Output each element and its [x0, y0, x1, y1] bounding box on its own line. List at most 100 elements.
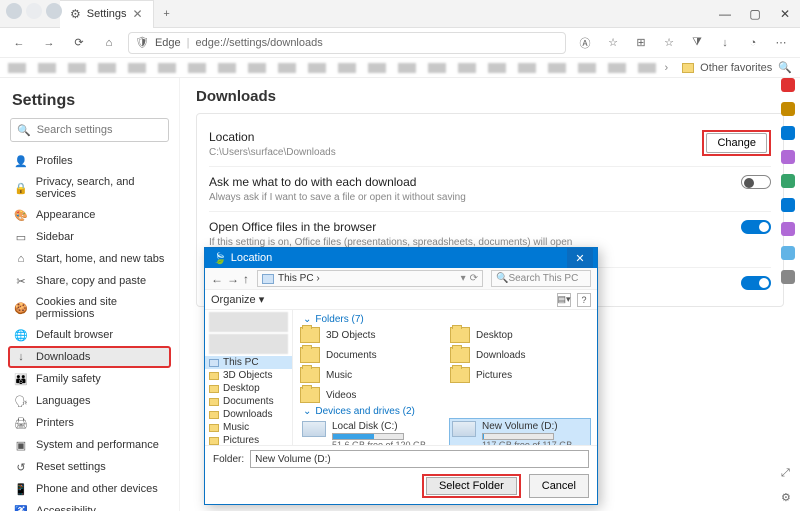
- sidebar-item-share-copy-and-paste[interactable]: ✂Share, copy and paste: [8, 270, 171, 292]
- sidebar-item-default-browser[interactable]: 🌐Default browser: [8, 324, 171, 346]
- url-box[interactable]: 🛡 Edge | edge://settings/downloads: [128, 32, 566, 54]
- dialog-search[interactable]: 🔍 Search This PC: [491, 270, 591, 287]
- dialog-back-icon[interactable]: ←: [211, 272, 223, 286]
- dialog-up-icon[interactable]: ↑: [243, 272, 249, 286]
- rail-icon[interactable]: [781, 246, 795, 260]
- profile-icon[interactable]: ◔: [742, 32, 764, 54]
- sidebar-item-downloads[interactable]: ↓Downloads: [8, 346, 171, 368]
- dialog-breadcrumb[interactable]: This PC › ▾ ⟳: [257, 270, 483, 287]
- tree-node[interactable]: This PC: [205, 356, 292, 369]
- collections-icon[interactable]: ⊞: [630, 32, 652, 54]
- window-minimize[interactable]: —: [710, 0, 740, 28]
- rail-icon[interactable]: [781, 78, 795, 92]
- rail-settings-icon[interactable]: ⚙: [781, 491, 795, 505]
- profile-pills: [6, 3, 62, 19]
- drive-item[interactable]: New Volume (D:)117 GB free of 117 GB: [449, 418, 591, 445]
- sidebar-item-appearance[interactable]: 🎨Appearance: [8, 204, 171, 226]
- folder-item[interactable]: Downloads: [449, 346, 591, 364]
- window-maximize[interactable]: ▢: [740, 0, 770, 28]
- folder-item[interactable]: Videos: [299, 386, 441, 404]
- tree-node[interactable]: 3D Objects: [205, 369, 292, 382]
- folder-item[interactable]: Pictures: [449, 366, 591, 384]
- sidebar-item-cookies-and-site-permissions[interactable]: 🍪Cookies and site permissions: [8, 292, 171, 324]
- nav-home-icon[interactable]: ⌂: [98, 32, 120, 54]
- window-close[interactable]: ✕: [770, 0, 800, 28]
- cancel-button[interactable]: Cancel: [529, 474, 589, 498]
- tree-node[interactable]: Pictures: [205, 434, 292, 445]
- other-favorites-label: Other favorites: [700, 62, 772, 74]
- folder-input[interactable]: New Volume (D:): [250, 450, 589, 468]
- rail-icon[interactable]: [781, 150, 795, 164]
- folder-item[interactable]: Desktop: [449, 326, 591, 344]
- browser-tab[interactable]: ⚙ Settings ✕: [60, 0, 154, 28]
- dialog-tree[interactable]: This PC3D ObjectsDesktopDocumentsDownloa…: [205, 310, 293, 445]
- settings-search[interactable]: 🔍 Search settings: [10, 118, 169, 142]
- change-button[interactable]: Change: [706, 133, 767, 153]
- tree-label: Pictures: [223, 435, 259, 445]
- organize-button[interactable]: Organize ▾: [211, 293, 264, 306]
- close-tab-icon[interactable]: ✕: [133, 7, 143, 21]
- nav-back-icon[interactable]: ←: [8, 32, 30, 54]
- rail-icon[interactable]: [781, 102, 795, 116]
- toggle[interactable]: [741, 220, 771, 234]
- dialog-title: Location: [231, 252, 273, 264]
- url-prefix: Edge: [155, 37, 181, 49]
- rail-icon[interactable]: [781, 222, 795, 236]
- rail-icon[interactable]: [781, 198, 795, 212]
- favorite-icon[interactable]: ☆: [602, 32, 624, 54]
- folder-item[interactable]: Music: [299, 366, 441, 384]
- sidebar-item-profiles[interactable]: 👤Profiles: [8, 150, 171, 172]
- sidebar-item-accessibility[interactable]: ♿Accessibility: [8, 500, 171, 511]
- toggle[interactable]: [741, 175, 771, 189]
- sidebar-item-sidebar[interactable]: ▭Sidebar: [8, 226, 171, 248]
- tree-node[interactable]: Desktop: [205, 382, 292, 395]
- nav-label: Languages: [36, 395, 90, 407]
- folder-item[interactable]: Documents: [299, 346, 441, 364]
- sidebar-item-family-safety[interactable]: 👪Family safety: [8, 368, 171, 390]
- rail-expand-icon[interactable]: ⤢: [781, 467, 795, 481]
- nav-icon: 👪: [14, 372, 28, 386]
- reader-icon[interactable]: Ⓐ: [574, 32, 596, 54]
- dialog-crumb-refresh-icon[interactable]: ⟳: [470, 273, 478, 284]
- sidebar-item-languages[interactable]: 🗣Languages: [8, 390, 171, 412]
- nav-icon: ▭: [14, 230, 28, 244]
- rail-icon[interactable]: [781, 174, 795, 188]
- sidebar-item-start-home-and-new-tabs[interactable]: ⌂Start, home, and new tabs: [8, 248, 171, 270]
- drives-group-header[interactable]: ⌄Devices and drives (2): [299, 404, 591, 418]
- folder-icon: [300, 347, 320, 363]
- dialog-help-icon[interactable]: ?: [577, 293, 591, 307]
- favorites-icon[interactable]: ☆: [658, 32, 680, 54]
- downloads-icon[interactable]: ↓: [714, 32, 736, 54]
- rail-icon[interactable]: [781, 126, 795, 140]
- folder-icon: [450, 327, 470, 343]
- bookmarks-search-icon[interactable]: 🔍: [778, 61, 792, 74]
- folder-name: Music: [326, 370, 352, 381]
- folders-group-header[interactable]: ⌄Folders (7): [299, 312, 591, 326]
- sidebar-item-printers[interactable]: 🖨Printers: [8, 412, 171, 434]
- folder-icon: [300, 327, 320, 343]
- other-favorites[interactable]: Other favorites: [682, 62, 772, 74]
- new-tab-button[interactable]: +: [154, 0, 180, 28]
- select-folder-button[interactable]: Select Folder: [426, 477, 517, 495]
- sidebar-item-reset-settings[interactable]: ↺Reset settings: [8, 456, 171, 478]
- tree-node[interactable]: Music: [205, 421, 292, 434]
- sidebar-item-privacy-search-and-services[interactable]: 🔒Privacy, search, and services: [8, 172, 171, 204]
- tree-label: Music: [223, 422, 249, 433]
- toggle[interactable]: [741, 276, 771, 290]
- view-mode-button[interactable]: ▤▾: [557, 293, 571, 307]
- drive-item[interactable]: Local Disk (C:)51.6 GB free of 120 GB: [299, 418, 441, 445]
- app-more-icon[interactable]: ⋯: [770, 32, 792, 54]
- dialog-forward-icon[interactable]: →: [227, 272, 239, 286]
- tree-node[interactable]: Documents: [205, 395, 292, 408]
- sidebar-item-phone-and-other-devices[interactable]: 📱Phone and other devices: [8, 478, 171, 500]
- dialog-close-icon[interactable]: ✕: [567, 248, 593, 268]
- sidebar-item-system-and-performance[interactable]: ▣System and performance: [8, 434, 171, 456]
- extensions-icon[interactable]: ⧩: [686, 32, 708, 54]
- bookmarks-overflow-icon[interactable]: ›: [664, 62, 668, 74]
- tree-label: Downloads: [223, 409, 272, 420]
- tree-node[interactable]: Downloads: [205, 408, 292, 421]
- rail-plus-icon[interactable]: [781, 270, 795, 284]
- nav-refresh-icon[interactable]: ⟳: [68, 32, 90, 54]
- nav-forward-icon[interactable]: →: [38, 32, 60, 54]
- folder-item[interactable]: 3D Objects: [299, 326, 441, 344]
